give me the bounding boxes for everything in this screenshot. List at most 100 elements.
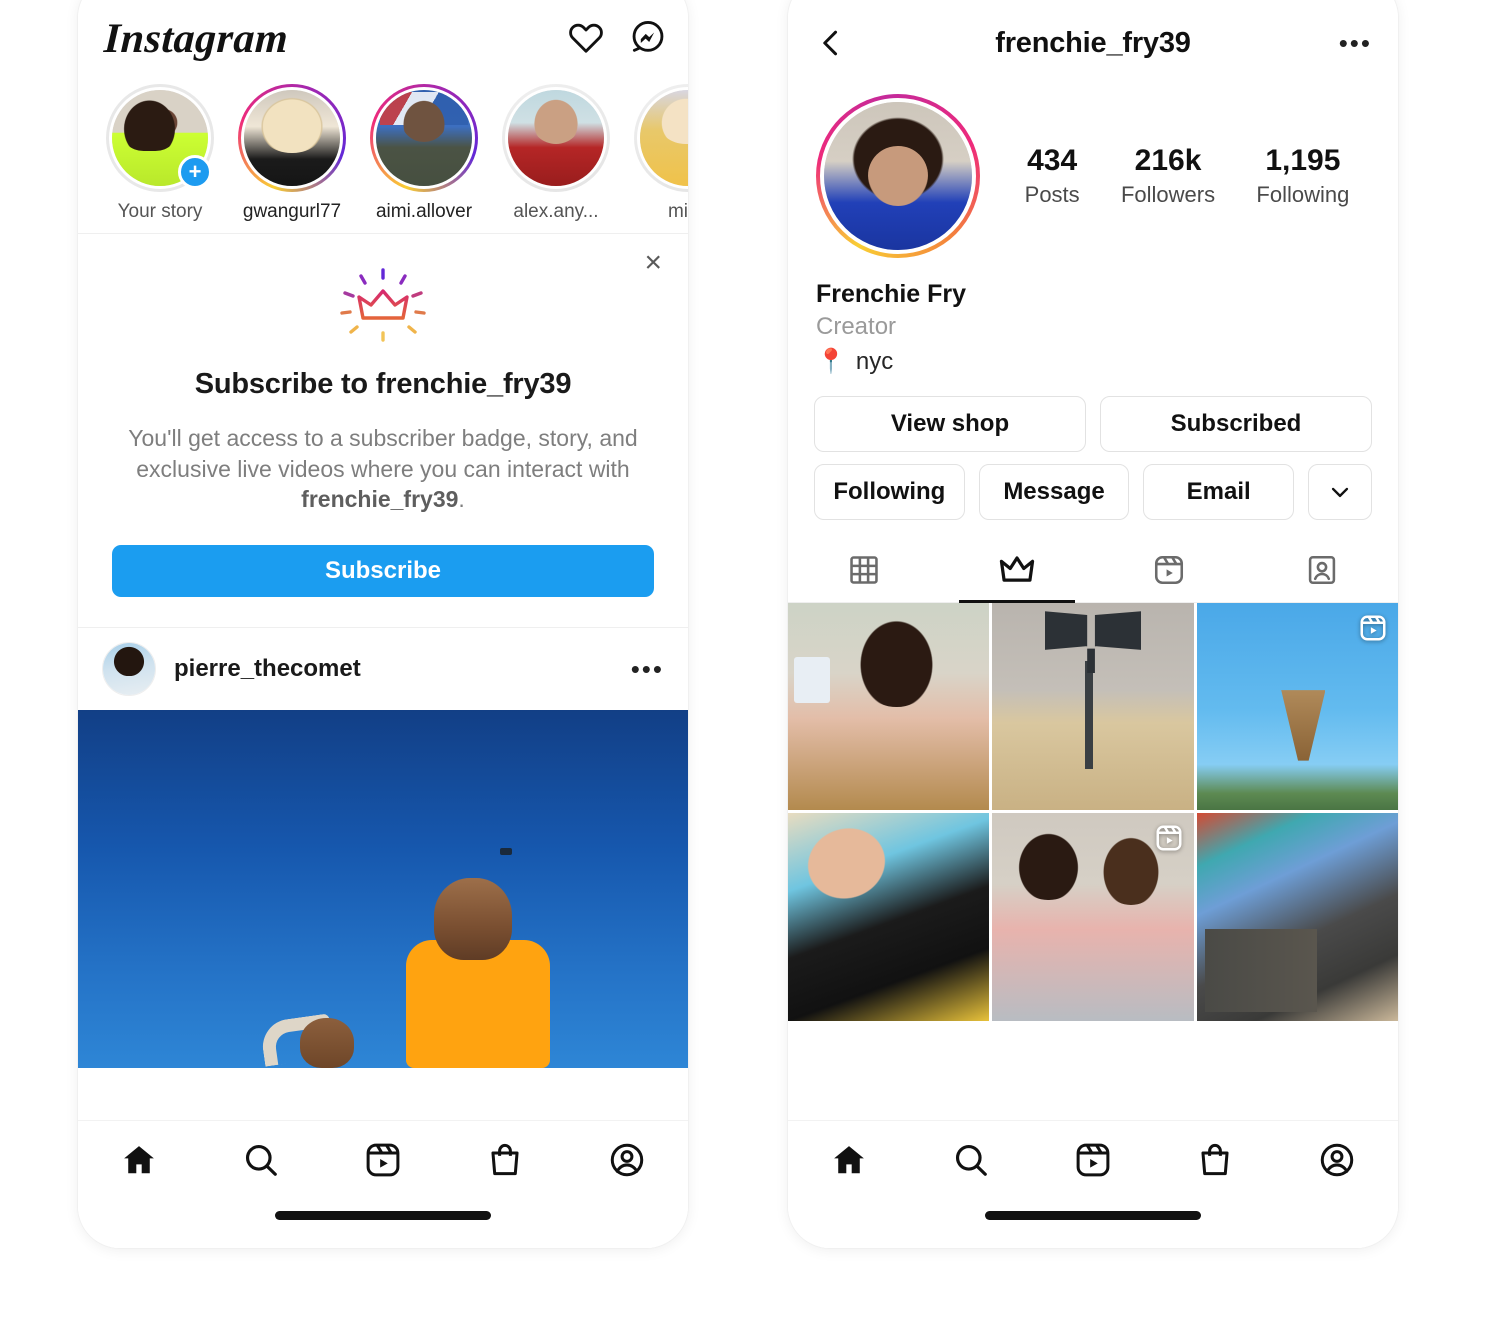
tab-grid[interactable] bbox=[788, 538, 941, 602]
story-ring bbox=[238, 84, 346, 192]
screenshot-stage: Instagram + Your story gwangurl77 aimi.a… bbox=[0, 0, 1500, 1322]
reels-badge-icon bbox=[1154, 823, 1184, 858]
story-avatar bbox=[637, 87, 688, 189]
stat-label: Posts bbox=[1024, 182, 1080, 207]
home-indicator bbox=[275, 1211, 491, 1220]
description-part1: You'll get access to a subscriber badge,… bbox=[128, 425, 638, 482]
story-ring bbox=[634, 84, 688, 192]
messenger-icon[interactable] bbox=[630, 19, 666, 60]
back-icon[interactable] bbox=[814, 26, 858, 60]
story-ring bbox=[370, 84, 478, 192]
email-button[interactable]: Email bbox=[1143, 464, 1295, 520]
following-button[interactable]: Following bbox=[814, 464, 965, 520]
story-ring bbox=[502, 84, 610, 192]
story-item-mish[interactable]: mish bbox=[632, 84, 688, 223]
grid-cell[interactable] bbox=[1196, 813, 1398, 1021]
description-part2: . bbox=[458, 486, 465, 513]
story-avatar bbox=[241, 87, 343, 189]
nav-shop[interactable] bbox=[444, 1141, 566, 1179]
story-item-gwangurl77[interactable]: gwangurl77 bbox=[236, 84, 348, 223]
nav-reels[interactable] bbox=[322, 1141, 444, 1179]
drone-speck bbox=[500, 847, 512, 855]
page-title: frenchie_fry39 bbox=[995, 26, 1191, 59]
profile-avatar-ring[interactable] bbox=[816, 94, 980, 258]
nav-home[interactable] bbox=[78, 1141, 200, 1179]
profile-actions: View shop Subscribed Following Message E… bbox=[788, 376, 1398, 520]
chevron-down-button[interactable] bbox=[1308, 464, 1373, 520]
post-person-primary bbox=[406, 877, 550, 1068]
nav-profile[interactable] bbox=[1276, 1141, 1398, 1179]
nav-home[interactable] bbox=[788, 1141, 910, 1179]
message-button[interactable]: Message bbox=[978, 464, 1130, 520]
bottom-navigation bbox=[788, 1120, 1398, 1248]
subscribed-button[interactable]: Subscribed bbox=[1100, 396, 1372, 452]
stat-following[interactable]: 1,195 Following bbox=[1256, 144, 1349, 208]
story-item-aimi-allover[interactable]: aimi.allover bbox=[368, 84, 480, 223]
profile-stats: 434 Posts 216k Followers 1,195 Following bbox=[980, 144, 1370, 208]
tab-subscriber[interactable] bbox=[941, 538, 1094, 603]
subscribe-button[interactable]: Subscribe bbox=[112, 544, 654, 597]
story-label: gwangurl77 bbox=[242, 201, 342, 222]
nav-search[interactable] bbox=[200, 1141, 322, 1179]
story-avatar bbox=[373, 87, 475, 189]
heart-icon[interactable] bbox=[568, 19, 604, 60]
phone-mockup-feed: Instagram + Your story gwangurl77 aimi.a… bbox=[78, 0, 688, 1248]
story-item-your-story[interactable]: + Your story bbox=[104, 84, 216, 223]
bio-location: 📍 nyc bbox=[816, 347, 1370, 376]
stat-value: 1,195 bbox=[1265, 144, 1341, 177]
grid-cell[interactable] bbox=[788, 603, 990, 811]
profile-summary: 434 Posts 216k Followers 1,195 Following bbox=[788, 86, 1398, 258]
view-shop-button[interactable]: View shop bbox=[814, 396, 1086, 452]
add-story-icon[interactable]: + bbox=[178, 155, 212, 189]
bottom-navigation bbox=[78, 1120, 688, 1248]
nav-reels[interactable] bbox=[1032, 1141, 1154, 1179]
action-row-1: View shop Subscribed bbox=[814, 396, 1372, 452]
subscribe-card-title: Subscribe to frenchie_fry39 bbox=[194, 368, 572, 400]
location-pin-icon: 📍 bbox=[816, 348, 846, 375]
feed-screen: Instagram + Your story gwangurl77 aimi.a… bbox=[78, 0, 688, 1248]
home-indicator bbox=[985, 1211, 1201, 1220]
post-image[interactable] bbox=[78, 709, 688, 1068]
profile-more-icon[interactable]: ••• bbox=[1328, 30, 1372, 56]
action-row-2: Following Message Email bbox=[814, 464, 1373, 520]
stat-posts[interactable]: 434 Posts bbox=[1025, 144, 1080, 208]
media-grid bbox=[788, 603, 1398, 1021]
location-text: nyc bbox=[855, 347, 894, 375]
post-more-icon[interactable]: ••• bbox=[631, 656, 664, 682]
story-label: mish bbox=[667, 201, 688, 222]
close-icon[interactable]: × bbox=[644, 248, 662, 278]
post-username[interactable]: pierre_thecomet bbox=[174, 655, 613, 683]
subscribe-card-description: You'll get access to a subscriber badge,… bbox=[112, 423, 654, 515]
story-label: alex.any... bbox=[513, 201, 599, 222]
story-label: Your story bbox=[117, 201, 203, 222]
stat-followers[interactable]: 216k Followers bbox=[1121, 144, 1215, 208]
story-item-alex-any[interactable]: alex.any... bbox=[500, 84, 612, 223]
grid-cell[interactable] bbox=[1196, 603, 1398, 811]
grid-cell[interactable] bbox=[788, 813, 990, 1021]
grid-cell[interactable] bbox=[992, 603, 1194, 811]
grid-cell[interactable] bbox=[992, 813, 1194, 1021]
nav-shop[interactable] bbox=[1154, 1141, 1276, 1179]
stat-label: Followers bbox=[1120, 182, 1216, 207]
profile-bio: Frenchie Fry Creator 📍 nyc bbox=[788, 258, 1398, 376]
story-avatar bbox=[505, 87, 607, 189]
profile-header: frenchie_fry39 ••• bbox=[788, 0, 1398, 86]
tab-reels[interactable] bbox=[1093, 538, 1246, 602]
tab-tagged[interactable] bbox=[1246, 538, 1399, 602]
stories-tray[interactable]: + Your story gwangurl77 aimi.allover ale… bbox=[78, 78, 688, 233]
profile-tabs bbox=[788, 538, 1398, 603]
instagram-logo: Instagram bbox=[102, 16, 290, 62]
subscribe-card: × Subscribe to frenchie_fry39 You'll get… bbox=[78, 234, 688, 627]
description-username: frenchie_fry39 bbox=[301, 486, 459, 513]
stat-label: Following bbox=[1256, 182, 1350, 207]
bio-category: Creator bbox=[816, 313, 897, 340]
post-header: pierre_thecomet ••• bbox=[78, 628, 688, 710]
stat-value: 216k bbox=[1134, 144, 1202, 177]
post-avatar[interactable] bbox=[102, 641, 156, 696]
avatar bbox=[820, 98, 976, 254]
app-header: Instagram bbox=[78, 0, 688, 78]
story-label: aimi.allover bbox=[375, 201, 473, 222]
crown-sparkle-icon bbox=[112, 260, 654, 356]
nav-profile[interactable] bbox=[566, 1141, 688, 1179]
nav-search[interactable] bbox=[910, 1141, 1032, 1179]
